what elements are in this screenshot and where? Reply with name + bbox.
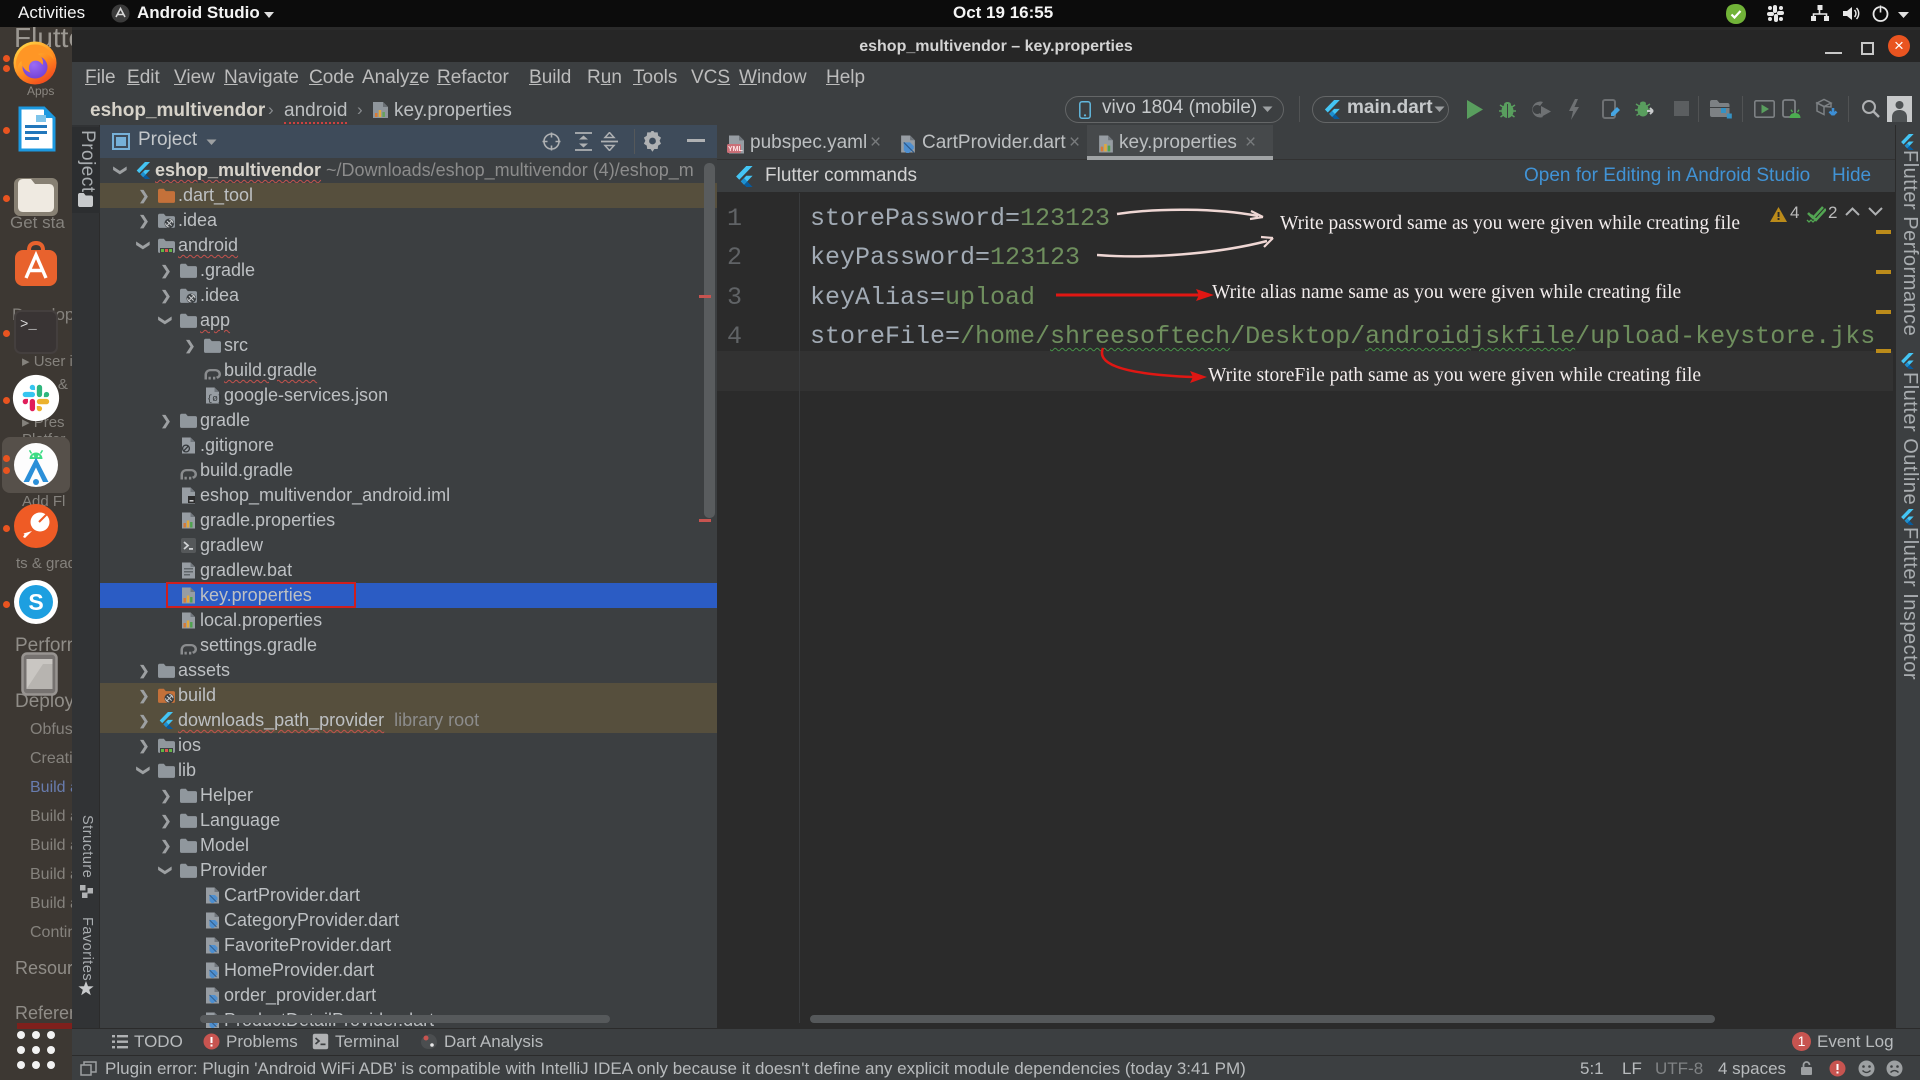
svg-text:S: S — [28, 589, 43, 615]
svg-text:{ø}: {ø} — [207, 394, 221, 404]
svg-text:YML: YML — [728, 146, 744, 153]
svg-text:>_: >_ — [20, 317, 37, 333]
